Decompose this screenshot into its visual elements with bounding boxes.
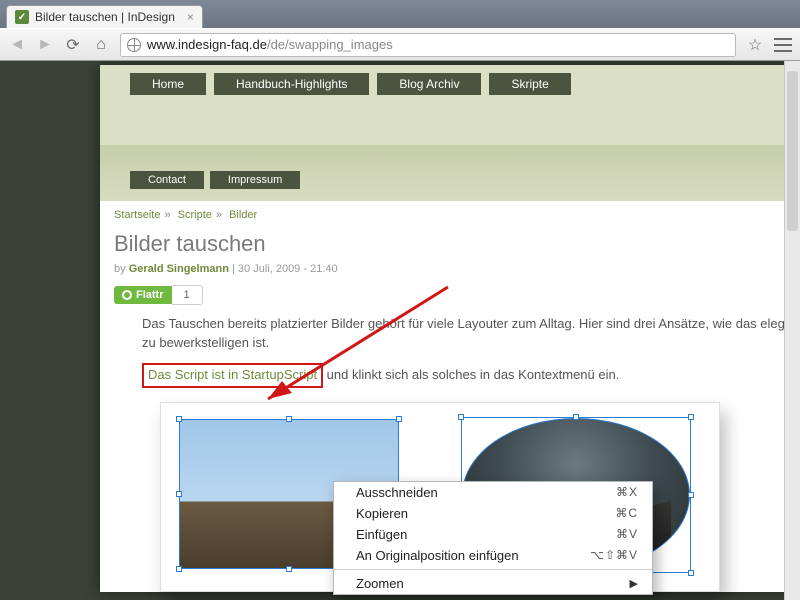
favicon-icon: ✓ [15,10,29,24]
secondary-nav: Contact Impressum [130,171,300,189]
post-date: 30 Juli, 2009 - 21:40 [238,263,338,275]
browser-toolbar: ◄ ► ⟳ ⌂ www.indesign-faq.de/de/swapping_… [0,28,800,60]
ctx-copy[interactable]: Kopieren ⌘C [334,503,652,524]
window-scrollbar[interactable] [784,61,800,600]
browser-tab[interactable]: ✓ Bilder tauschen | InDesign × [6,5,203,28]
tab-title: Bilder tauschen | InDesign [35,10,175,24]
page: Home Handbuch-Highlights Blog Archiv Skr… [100,65,800,592]
address-bar[interactable]: www.indesign-faq.de/de/swapping_images [120,33,736,57]
url-path: /de/swapping_images [267,37,393,52]
author-link[interactable]: Gerald Singelmann [129,263,229,275]
viewport: Home Handbuch-Highlights Blog Archiv Skr… [0,61,800,600]
back-button[interactable]: ◄ [8,36,26,54]
ctx-copy-shortcut: ⌘C [615,506,638,520]
ctx-cut[interactable]: Ausschneiden ⌘X [334,482,652,503]
ctx-zoom[interactable]: Zoomen ▶ [334,573,652,594]
primary-nav: Home Handbuch-Highlights Blog Archiv Skr… [130,73,571,95]
ctx-sep [334,569,652,570]
startup-script-highlight: Das Script ist in StartupScript [142,363,323,388]
nav-impressum[interactable]: Impressum [210,171,300,189]
chrome-menu-icon[interactable] [774,38,792,52]
content: Startseite» Scripte» Bilder Bilder tausc… [100,195,800,592]
context-menu: Ausschneiden ⌘X Kopieren ⌘C Einfügen ⌘V [333,481,653,595]
ctx-paste[interactable]: Einfügen ⌘V [334,524,652,545]
crumb-start[interactable]: Startseite [114,209,160,221]
scrollbar-thumb[interactable] [787,71,798,231]
ctx-pasteo-label: An Originalposition einfügen [356,548,519,563]
para-2-rest: und klinkt sich als solches in das Konte… [323,367,619,382]
site-header: Home Handbuch-Highlights Blog Archiv Skr… [100,65,800,195]
ctx-paste-original[interactable]: An Originalposition einfügen ⌥⇧⌘V [334,545,652,566]
flattr-icon [122,290,132,300]
nav-contact[interactable]: Contact [130,171,204,189]
para-2: Das Script ist in StartupScript und klin… [142,363,800,388]
browser-chrome: ✓ Bilder tauschen | InDesign × ◄ ► ⟳ ⌂ w… [0,0,800,61]
ctx-cut-label: Ausschneiden [356,485,438,500]
tab-strip: ✓ Bilder tauschen | InDesign × [0,0,800,28]
para-1: Das Tauschen bereits platzierter Bilder … [142,315,800,353]
nav-blog[interactable]: Blog Archiv [377,73,481,95]
bookmark-button[interactable]: ☆ [746,36,764,54]
ctx-zoom-label: Zoomen [356,576,404,591]
reload-button[interactable]: ⟳ [64,36,82,54]
flattr-count: 1 [172,285,203,305]
by-prefix: by [114,263,129,275]
url-domain: www.indesign-faq.de [147,37,267,52]
crumb-bilder[interactable]: Bilder [229,209,257,221]
tab-close-icon[interactable]: × [187,10,194,24]
ctx-copy-label: Kopieren [356,506,408,521]
nav-handbuch[interactable]: Handbuch-Highlights [214,73,369,95]
flattr-label: Flattr [136,289,164,301]
globe-icon [127,38,141,52]
nav-skripte[interactable]: Skripte [489,73,570,95]
home-button[interactable]: ⌂ [92,36,110,54]
byline: by Gerald Singelmann | 30 Juli, 2009 - 2… [114,263,800,275]
ctx-cut-shortcut: ⌘X [616,485,638,499]
flattr-button[interactable]: Flattr [114,286,172,304]
forward-button[interactable]: ► [36,36,54,54]
indesign-screenshot: Ausschneiden ⌘X Kopieren ⌘C Einfügen ⌘V [160,402,720,592]
breadcrumb: Startseite» Scripte» Bilder [114,209,800,221]
ctx-paste-shortcut: ⌘V [616,527,638,541]
ctx-paste-label: Einfügen [356,527,407,542]
crumb-scripte[interactable]: Scripte [178,209,212,221]
page-title: Bilder tauschen [114,231,800,257]
submenu-arrow-icon: ▶ [630,577,638,590]
article-body: Das Tauschen bereits platzierter Bilder … [114,315,800,592]
nav-home[interactable]: Home [130,73,206,95]
flattr: Flattr 1 [114,285,800,305]
ctx-pasteo-shortcut: ⌥⇧⌘V [590,548,638,562]
